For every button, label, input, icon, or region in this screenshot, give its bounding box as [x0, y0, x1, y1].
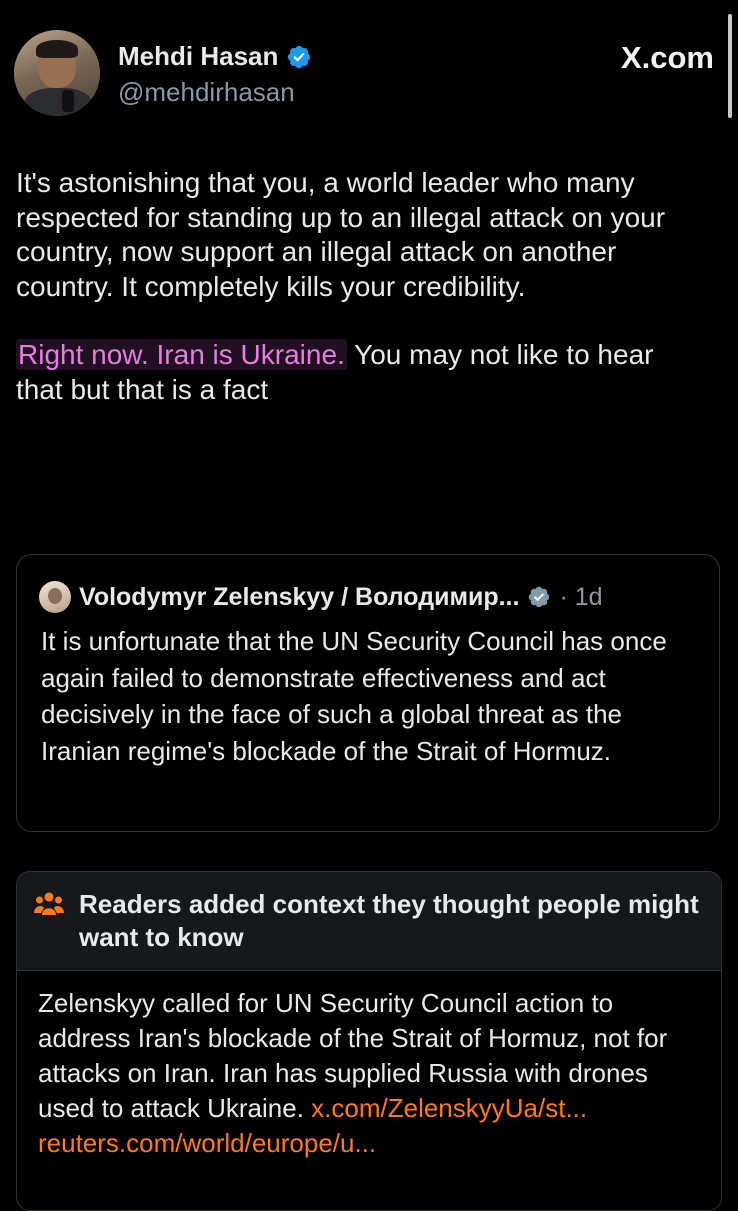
note-link[interactable]: reuters.com/world/europe/u... [38, 1128, 376, 1158]
avatar[interactable] [14, 30, 100, 116]
verified-icon [288, 45, 311, 68]
note-link[interactable]: x.com/ZelenskyyUa/st... [311, 1093, 587, 1123]
community-note-body: Zelenskyy called for UN Security Council… [38, 986, 708, 1161]
community-notes-icon [34, 892, 64, 915]
post-text: It's astonishing that you, a world leade… [16, 166, 706, 407]
quoted-post-header: Volodymyr Zelenskyy / Володимир... · 1d [39, 581, 603, 613]
post-header: Mehdi Hasan @mehdirhasan X.com [14, 26, 714, 126]
author-row: Mehdi Hasan [118, 41, 312, 72]
post-paragraph: It's astonishing that you, a world leade… [16, 167, 666, 302]
quoted-avatar [39, 581, 71, 613]
post-paragraph: Right now. Iran is Ukraine. You may not … [16, 338, 706, 407]
quoted-post[interactable]: Volodymyr Zelenskyy / Володимир... · 1d … [16, 554, 720, 832]
community-note[interactable]: Readers added context they thought peopl… [16, 871, 722, 1211]
scrollbar[interactable] [728, 14, 732, 118]
author-handle[interactable]: @mehdirhasan [118, 77, 295, 108]
verified-icon [529, 586, 550, 608]
community-note-header: Readers added context they thought peopl… [17, 872, 721, 971]
author-name[interactable]: Mehdi Hasan [118, 41, 278, 72]
community-note-title: Readers added context they thought peopl… [79, 889, 699, 952]
quoted-time: · 1d [559, 582, 603, 611]
source-label: X.com [620, 40, 714, 75]
quoted-author-name: Volodymyr Zelenskyy / Володимир... [79, 582, 520, 611]
highlighted-text: Right now. Iran is Ukraine. [16, 339, 347, 370]
quoted-text: It is unfortunate that the UN Security C… [41, 626, 667, 766]
